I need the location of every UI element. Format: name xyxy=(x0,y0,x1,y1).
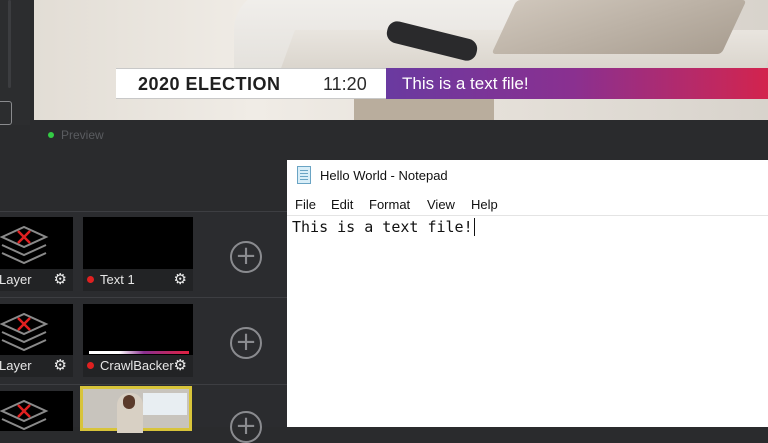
text-caret xyxy=(473,217,475,236)
text-editor[interactable]: This is a text file! xyxy=(292,217,475,237)
source-tile-text-1[interactable]: Text 1 ⚙ xyxy=(83,217,193,291)
source-tile-layer-3[interactable] xyxy=(0,391,73,431)
gear-icon[interactable]: ⚙ xyxy=(54,271,67,289)
tile-footer: Layer ⚙ xyxy=(0,269,73,291)
menu-file[interactable]: File xyxy=(295,197,316,212)
empty-layer-icon xyxy=(0,312,49,352)
tile-footer: Text 1 ⚙ xyxy=(83,269,193,291)
add-source-button[interactable]: + xyxy=(230,411,262,443)
lower-third-graphic: 2020 ELECTION 11:20 This is a text file! xyxy=(116,68,768,99)
tile-label-text: CrawlBacker xyxy=(100,358,174,373)
lower-third-title: 2020 ELECTION xyxy=(138,74,281,94)
preview-status-icon xyxy=(48,131,54,138)
lower-third-crawl: This is a text file! xyxy=(386,68,768,99)
live-indicator-icon xyxy=(87,276,94,284)
rail-button[interactable] xyxy=(0,101,12,125)
preview-label: Preview xyxy=(48,128,104,142)
tile-label: Text 1 xyxy=(87,272,135,287)
notepad-window[interactable]: Hello World - Notepad File Edit Format V… xyxy=(287,160,768,427)
source-tile-layer-1[interactable]: Layer ⚙ xyxy=(0,217,73,291)
notepad-titlebar[interactable]: Hello World - Notepad xyxy=(287,160,768,192)
preview-label-text: Preview xyxy=(61,128,104,142)
gear-icon[interactable]: ⚙ xyxy=(54,357,67,375)
gear-icon[interactable]: ⚙ xyxy=(174,271,187,289)
camera-thumbnail-head xyxy=(123,395,135,409)
left-rail xyxy=(0,0,30,125)
tile-label: Layer xyxy=(0,272,32,287)
preview-laptop xyxy=(491,0,747,54)
crawl-text: This is a text file! xyxy=(402,74,529,93)
tile-label: CrawlBacker xyxy=(87,358,174,373)
menu-view[interactable]: View xyxy=(427,197,455,212)
lower-third-box: 2020 ELECTION 11:20 xyxy=(116,68,386,99)
live-indicator-icon xyxy=(87,362,94,370)
crawl-thumbnail-bar xyxy=(89,351,189,354)
grid-divider xyxy=(0,211,290,212)
window-title: Hello World - Notepad xyxy=(320,168,448,183)
grid-divider xyxy=(0,384,290,385)
gear-icon[interactable]: ⚙ xyxy=(174,357,187,375)
source-tile-layer-2[interactable]: Layer ⚙ xyxy=(0,304,73,377)
menu-bar: File Edit Format View Help xyxy=(287,193,768,216)
source-tile-camera-selected[interactable] xyxy=(80,386,192,433)
add-source-button[interactable]: + xyxy=(230,241,262,273)
source-tile-crawlbacker[interactable]: CrawlBacker ⚙ xyxy=(83,304,193,377)
empty-layer-icon xyxy=(0,225,49,265)
tile-footer: Layer ⚙ xyxy=(0,355,73,377)
empty-layer-icon xyxy=(0,399,49,431)
menu-format[interactable]: Format xyxy=(369,197,410,212)
camera-thumbnail-screen xyxy=(143,393,187,415)
menu-help[interactable]: Help xyxy=(471,197,498,212)
source-grid: Layer ⚙ Text 1 ⚙ + Layer ⚙ CrawlBacker ⚙… xyxy=(0,211,290,443)
editor-content: This is a text file! xyxy=(292,218,473,236)
add-source-button[interactable]: + xyxy=(230,327,262,359)
notepad-icon xyxy=(297,166,311,184)
tile-label-text: Text 1 xyxy=(100,272,135,287)
lower-third-time: 11:20 xyxy=(323,74,367,94)
preview-monitor[interactable]: 2020 ELECTION 11:20 This is a text file! xyxy=(34,0,768,120)
grid-divider xyxy=(0,297,290,298)
menu-edit[interactable]: Edit xyxy=(331,197,353,212)
rail-scrollbar[interactable] xyxy=(8,0,11,88)
tile-label: Layer xyxy=(0,358,32,373)
tile-footer: CrawlBacker ⚙ xyxy=(83,355,193,377)
